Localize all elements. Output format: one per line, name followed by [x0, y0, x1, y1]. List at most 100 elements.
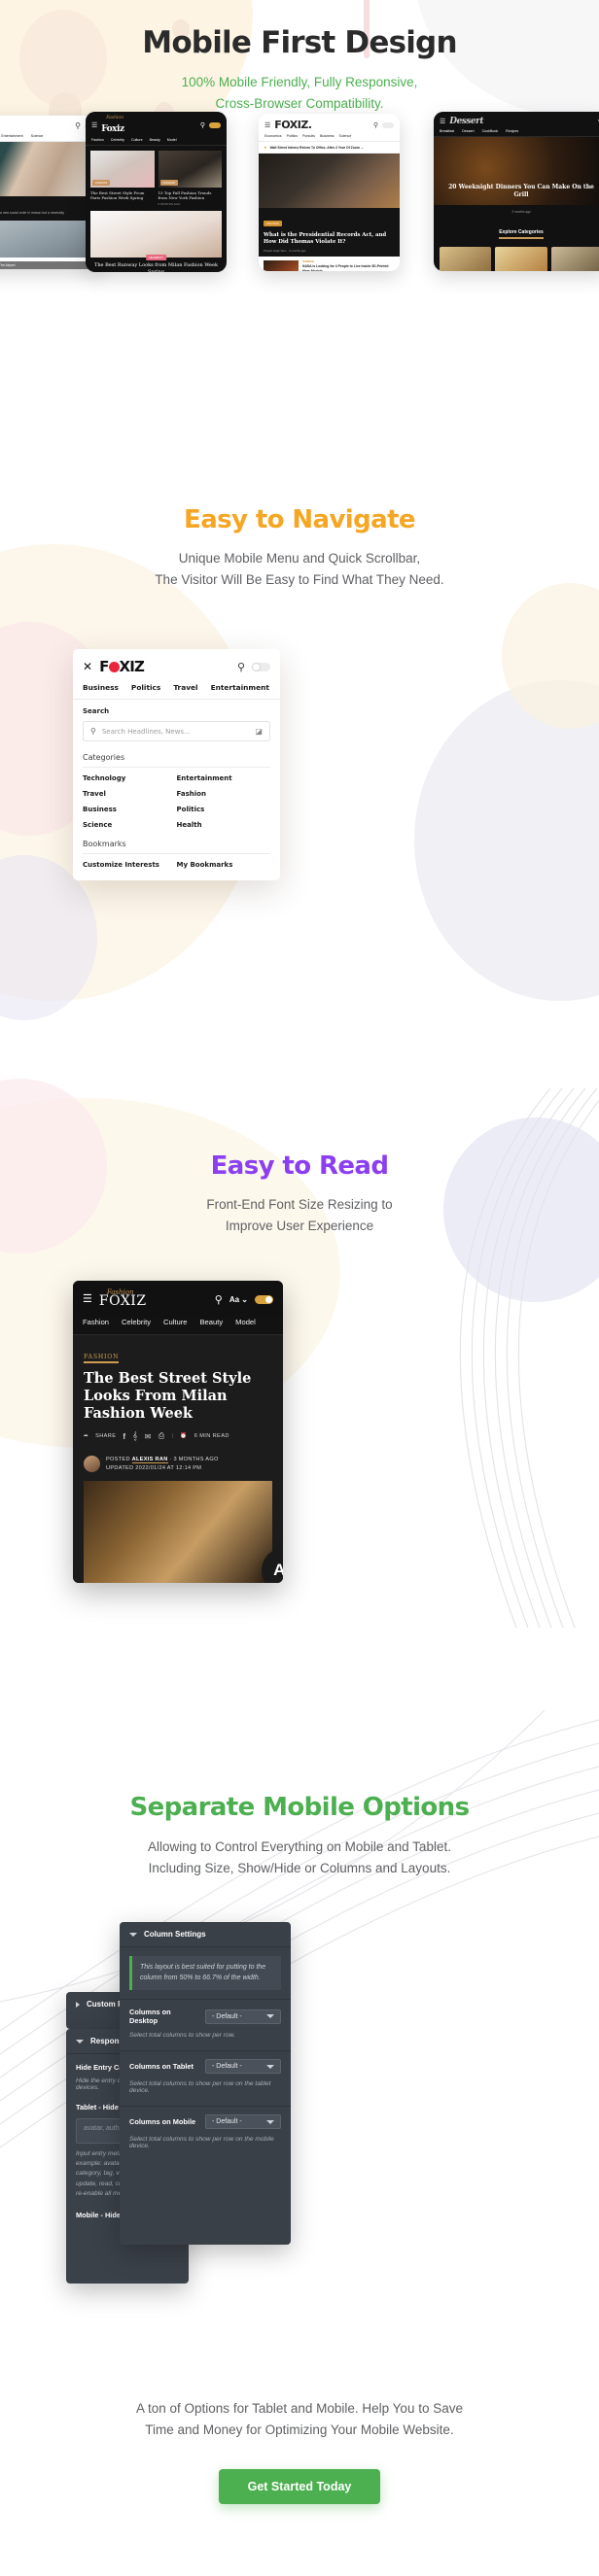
- navigate-subtitle-line-1: Unique Mobile Menu and Quick Scrollbar,: [178, 551, 421, 566]
- mobile-menu-body: Search ⚲ Search Headlines, News... ◪ Cat…: [73, 700, 280, 880]
- phone-3-nav-item[interactable]: Pursuits: [302, 134, 315, 138]
- bookmark-my-bookmarks[interactable]: My Bookmarks: [177, 861, 271, 869]
- phone-3-nav-item[interactable]: Economics: [264, 134, 282, 138]
- columns-on-mobile-label: Columns on Mobile: [129, 2117, 196, 2126]
- phone-3-nav-item[interactable]: Politics: [287, 134, 298, 138]
- hide-entry-category-help-1: Hide the entry ca: [76, 2078, 124, 2084]
- tab-entertainment[interactable]: Entertainment: [211, 683, 269, 692]
- category-travel[interactable]: Travel: [83, 790, 177, 798]
- article-nav-fashion[interactable]: Fashion: [83, 1318, 109, 1326]
- tab-business[interactable]: Business: [83, 683, 119, 692]
- tab-travel[interactable]: Travel: [173, 683, 197, 692]
- phone-4-explore-button[interactable]: Explore Categories: [499, 229, 544, 239]
- article-share-row: ➦ SHARE f 𝄞 ✉ ⎙ | ⏰ 6 MIN READ: [84, 1431, 272, 1450]
- footer-line-2: Time and Money for Optimizing Your Mobil…: [145, 2422, 454, 2438]
- search-icon[interactable]: ⚲: [215, 1293, 223, 1306]
- column-settings-panel: Column Settings This layout is best suit…: [120, 1922, 291, 2245]
- article-category[interactable]: FASHION: [84, 1354, 120, 1363]
- phone-4-nav-item[interactable]: CookBook: [482, 129, 499, 133]
- dark-mode-toggle[interactable]: [382, 121, 394, 128]
- facebook-icon[interactable]: f: [123, 1432, 125, 1441]
- hamburger-icon[interactable]: ☰: [83, 1293, 92, 1305]
- print-icon[interactable]: ⎙: [159, 1431, 165, 1441]
- hamburger-icon[interactable]: ☰: [440, 118, 445, 125]
- category-fashion[interactable]: Fashion: [177, 790, 271, 798]
- phone-mockup-3: ☰ FOXIZ. ⚲ Economics Politics Pursuits B…: [259, 114, 400, 271]
- phone-3-list-item: SCIENCE NASA is Looking for 4 People to …: [259, 257, 400, 271]
- search-input[interactable]: ⚲ Search Headlines, News... ◪: [83, 721, 270, 741]
- navigate-section: Easy to Navigate Unique Mobile Menu and …: [0, 505, 599, 592]
- columns-on-tablet-value: - Default -: [212, 2063, 242, 2070]
- phone-2-nav-item[interactable]: Beauty: [150, 138, 160, 142]
- phone-2-card-1-image: FASHION: [90, 150, 155, 188]
- article-photo: [84, 1481, 272, 1584]
- mobile-menu-logo-post: XIZ: [119, 658, 145, 675]
- toggle-knob: [265, 1295, 272, 1303]
- phone-3-ticker-text[interactable]: Wall Street Interns Return To Office, Af…: [270, 146, 364, 150]
- share-icon[interactable]: ➦: [84, 1433, 88, 1439]
- font-size-button[interactable]: Aa ⌄: [229, 1295, 248, 1304]
- clear-icon[interactable]: ◪: [255, 727, 263, 736]
- phone-3-hero-title[interactable]: What is the Presidential Records Act, an…: [264, 232, 395, 246]
- phone-2-card-2: FASHION 15 Top Fall Fashion Trends from …: [158, 150, 223, 206]
- toggle-knob: [253, 663, 260, 670]
- columns-on-desktop-select[interactable]: - Default -: [205, 2009, 281, 2024]
- article-nav-celebrity[interactable]: Celebrity: [122, 1318, 151, 1326]
- column-settings-note: This layout is best suited for putting t…: [129, 1956, 281, 1990]
- hero-section: Mobile First Design 100% Mobile Friendly…: [0, 25, 599, 116]
- dark-mode-toggle[interactable]: [252, 662, 270, 671]
- search-icon[interactable]: ⚲: [237, 661, 245, 673]
- hamburger-icon[interactable]: ☰: [264, 121, 270, 129]
- search-icon[interactable]: ⚲: [75, 121, 81, 130]
- phone-2-nav-item[interactable]: Celebrity: [111, 138, 124, 142]
- email-icon[interactable]: ✉: [145, 1432, 152, 1441]
- article-nav-beauty[interactable]: Beauty: [199, 1318, 223, 1326]
- article-nav-model[interactable]: Model: [235, 1318, 256, 1326]
- phone-2-nav-item[interactable]: Culture: [131, 138, 143, 142]
- phone-2-nav-item[interactable]: Fashion: [91, 138, 104, 142]
- phone-4-headline[interactable]: 20 Weeknight Dinners You Can Make On the…: [441, 184, 599, 199]
- category-health[interactable]: Health: [177, 821, 271, 829]
- phone-3-nav-item[interactable]: Business: [320, 134, 335, 138]
- category-business[interactable]: Business: [83, 806, 177, 813]
- column-settings-header[interactable]: Column Settings: [120, 1922, 291, 1947]
- close-icon[interactable]: ✕: [83, 661, 92, 672]
- avatar: [84, 1456, 100, 1473]
- article-topbar: ☰ Fashion FOXIZ ⚲ Aa ⌄: [73, 1281, 283, 1318]
- category-politics[interactable]: Politics: [177, 806, 271, 813]
- phone-4-nav-item[interactable]: Recipes: [506, 129, 518, 133]
- phone-3-nav-item[interactable]: Science: [339, 134, 352, 138]
- get-started-button[interactable]: Get Started Today: [218, 2468, 381, 2504]
- phone-4-nav-item[interactable]: Dessert: [462, 129, 474, 133]
- dark-mode-toggle[interactable]: [255, 1294, 273, 1304]
- category-entertainment[interactable]: Entertainment: [177, 774, 271, 782]
- twitter-icon[interactable]: 𝄞: [132, 1431, 137, 1441]
- columns-on-tablet-select[interactable]: - Default -: [205, 2059, 281, 2074]
- phone-mockup-2: ☰ Fashion Foxiz ⚲ Fashion Celebrity Cult…: [86, 112, 227, 272]
- read-time: 6 MIN READ: [194, 1433, 229, 1440]
- bookmark-customize-interests[interactable]: Customize Interests: [83, 861, 177, 869]
- category-science[interactable]: Science: [83, 821, 177, 829]
- phone-4-nav-item[interactable]: Breakfast: [440, 129, 454, 133]
- dark-mode-toggle[interactable]: [209, 122, 221, 129]
- phone-1-nav-item[interactable]: Science: [31, 134, 44, 138]
- phone-1-nav-item[interactable]: Entertainment: [1, 134, 22, 138]
- article-author-text: POSTED ALEXIS RAN · 3 MONTHS AGO UPDATED…: [106, 1456, 219, 1472]
- options-title: Separate Mobile Options: [129, 1793, 471, 1822]
- chevron-down-icon: [266, 2119, 274, 2124]
- article-nav-culture[interactable]: Culture: [163, 1318, 187, 1326]
- columns-on-mobile-select[interactable]: - Default -: [205, 2114, 281, 2129]
- search-icon[interactable]: ⚲: [200, 121, 205, 129]
- phone-2-card-2-title[interactable]: 15 Top Fall Fashion Trends from New York…: [159, 188, 223, 201]
- phone-4-thumb: [550, 247, 599, 271]
- category-technology[interactable]: Technology: [83, 774, 177, 782]
- phone-2-card-1-title[interactable]: The Best Street Style From Paris Fashion…: [90, 188, 155, 201]
- search-icon[interactable]: ⚲: [373, 121, 378, 129]
- hamburger-icon[interactable]: ☰: [91, 121, 97, 129]
- phone-2-nav-item[interactable]: Model: [167, 138, 177, 142]
- mobile-menu-logo[interactable]: F XIZ: [99, 658, 145, 675]
- author-name[interactable]: ALEXIS RAN: [131, 1457, 168, 1464]
- tab-politics[interactable]: Politics: [131, 683, 160, 692]
- phone-3-item-1-title[interactable]: NASA is Looking for 4 People to Live Ins…: [302, 264, 395, 271]
